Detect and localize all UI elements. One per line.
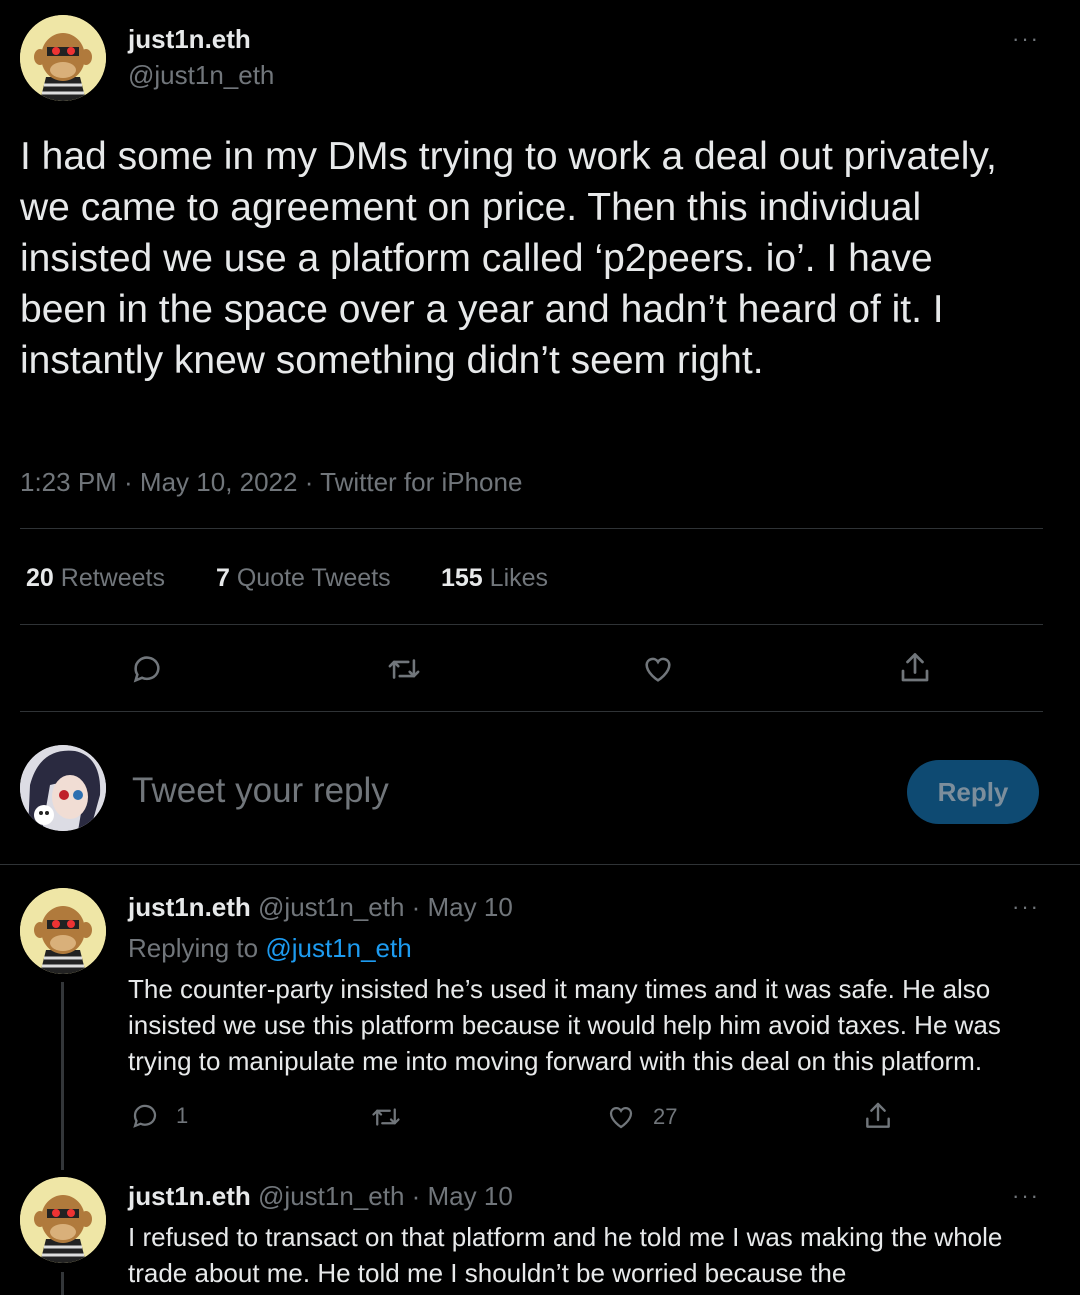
share-icon	[901, 653, 929, 682]
retweet-icon	[372, 1108, 400, 1126]
heart-icon	[645, 657, 671, 682]
replying-to: Replying to @just1n_eth	[128, 933, 412, 964]
heart-icon	[609, 1106, 633, 1129]
quotes-label: Quote Tweets	[236, 564, 391, 592]
retweets-count: 20	[26, 564, 54, 592]
more-options-icon[interactable]: ···	[1012, 26, 1040, 52]
reply-input[interactable]: Tweet your reply	[132, 771, 872, 811]
reply-reply-button[interactable]: 1	[130, 1101, 188, 1131]
reply-icon	[133, 656, 160, 683]
share-button[interactable]	[897, 650, 933, 691]
reply-count: 1	[176, 1103, 189, 1128]
divider	[0, 864, 1080, 865]
reply-header: just1n.eth @just1n_eth · May 10	[128, 1181, 513, 1212]
thread-line	[61, 982, 64, 1170]
reply-display-name[interactable]: just1n.eth	[128, 892, 251, 922]
reply-share-button[interactable]	[862, 1100, 894, 1137]
divider	[20, 711, 1043, 712]
quote-tweets-stat[interactable]: 7 Quote Tweets	[216, 564, 391, 593]
author-handle[interactable]: @just1n_eth	[128, 60, 274, 91]
reply-like-button[interactable]: 27	[605, 1102, 677, 1132]
divider	[20, 528, 1043, 529]
replying-to-label: Replying to	[128, 933, 259, 963]
reply-author-avatar[interactable]	[20, 888, 106, 974]
replying-to-handle[interactable]: @just1n_eth	[265, 933, 411, 963]
current-user-avatar[interactable]	[20, 745, 106, 831]
reply-text: The counter-party insisted he’s used it …	[128, 974, 1001, 1076]
reply-display-name[interactable]: just1n.eth	[128, 1181, 251, 1211]
reply-text: I refused to transact on that platform a…	[128, 1222, 1003, 1288]
reply-retweet-button[interactable]	[370, 1102, 402, 1132]
divider	[20, 624, 1043, 625]
likes-label: Likes	[489, 564, 549, 592]
reply-icon	[133, 1104, 157, 1128]
reply-button[interactable]	[130, 652, 164, 691]
tweet-text: I had some in my DMs trying to work a de…	[20, 135, 997, 382]
retweets-label: Retweets	[60, 564, 165, 592]
reply-handle-date[interactable]: @just1n_eth · May 10	[258, 892, 513, 922]
like-button[interactable]	[640, 652, 676, 691]
like-count: 27	[653, 1104, 678, 1129]
more-options-icon[interactable]: ···	[1012, 1183, 1040, 1209]
quotes-count: 7	[216, 564, 230, 592]
tweet-meta: 1:23 PM · May 10, 2022 · Twitter for iPh…	[20, 467, 523, 497]
thread-line	[61, 1272, 64, 1295]
retweet-icon	[388, 659, 420, 679]
reply-author-avatar[interactable]	[20, 1177, 106, 1263]
likes-stat[interactable]: 155 Likes	[441, 564, 548, 593]
reply-header: just1n.eth @just1n_eth · May 10	[128, 892, 513, 923]
retweet-button[interactable]	[386, 652, 422, 691]
reply-handle-date[interactable]: @just1n_eth · May 10	[258, 1181, 513, 1211]
more-options-icon[interactable]: ···	[1012, 894, 1040, 920]
author-avatar[interactable]	[20, 15, 106, 101]
share-icon	[866, 1102, 890, 1128]
retweets-stat[interactable]: 20 Retweets	[26, 564, 165, 593]
author-display-name[interactable]: just1n.eth	[128, 24, 251, 55]
likes-count: 155	[441, 564, 483, 592]
reply-submit-button[interactable]: Reply	[907, 760, 1039, 824]
